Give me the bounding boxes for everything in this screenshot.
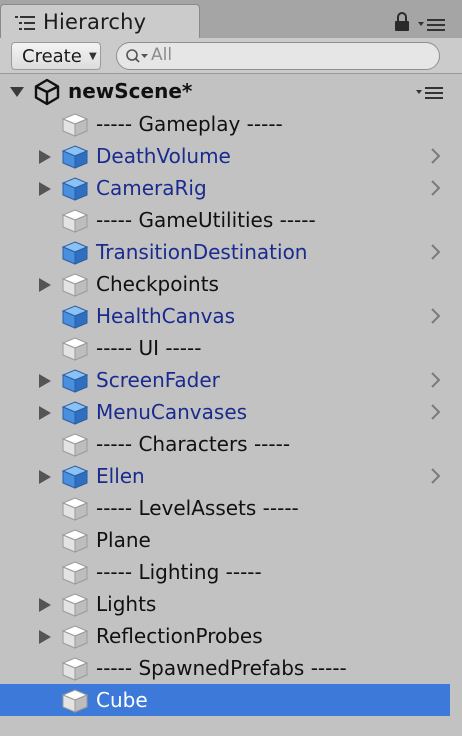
gameobject-cube-icon (61, 113, 89, 137)
gameobject-cube-icon (61, 689, 89, 713)
prefab-cube-icon (61, 305, 89, 329)
chevron-right-icon[interactable] (430, 372, 442, 388)
hierarchy-item[interactable]: Lights (0, 588, 450, 620)
collapsed-arrow-icon[interactable] (38, 150, 52, 164)
hierarchy-item-label: CameraRig (96, 176, 207, 200)
hierarchy-item-label: Cube (96, 688, 148, 712)
hierarchy-toolbar: Create ▼ (0, 38, 462, 74)
panel-menu-icon[interactable] (418, 18, 446, 32)
collapsed-arrow-icon[interactable] (38, 470, 52, 484)
gameobject-cube-icon (61, 593, 89, 617)
hierarchy-item[interactable]: Plane (0, 524, 450, 556)
hierarchy-item[interactable]: CameraRig (0, 172, 450, 204)
tab-title: Hierarchy (43, 10, 147, 34)
hierarchy-item[interactable]: ----- Characters ----- (0, 428, 450, 460)
chevron-right-icon[interactable] (430, 148, 442, 164)
hierarchy-item-label: MenuCanvases (96, 400, 248, 424)
tab-hierarchy[interactable]: Hierarchy (0, 4, 200, 38)
hierarchy-item[interactable]: Cube (0, 684, 450, 716)
gameobject-cube-icon (61, 337, 89, 361)
create-button[interactable]: Create ▼ (11, 42, 101, 70)
hierarchy-panel: Hierarchy Create ▼ All newScene* ----- G… (0, 0, 462, 736)
unity-logo-icon (34, 78, 60, 106)
hierarchy-item-label: Ellen (96, 464, 145, 488)
prefab-cube-icon (61, 465, 89, 489)
collapsed-arrow-icon[interactable] (38, 182, 52, 196)
hierarchy-item[interactable]: ----- GameUtilities ----- (0, 204, 450, 236)
gameobject-cube-icon (61, 625, 89, 649)
scene-menu-icon[interactable] (416, 86, 444, 100)
hierarchy-item-label: ----- Lighting ----- (96, 560, 262, 584)
hierarchy-list-icon (15, 16, 35, 30)
dropdown-arrow-icon: ▼ (89, 51, 97, 62)
hierarchy-item-label: ----- UI ----- (96, 336, 202, 360)
tab-strip: Hierarchy (0, 0, 462, 38)
scrollbar-track[interactable] (450, 74, 462, 736)
chevron-right-icon[interactable] (430, 244, 442, 260)
hierarchy-item-label: DeathVolume (96, 144, 231, 168)
lock-icon[interactable] (394, 12, 410, 32)
hierarchy-item[interactable]: ----- Gameplay ----- (0, 108, 450, 140)
gameobject-cube-icon (61, 273, 89, 297)
collapsed-arrow-icon[interactable] (38, 278, 52, 292)
create-button-label: Create (22, 46, 82, 67)
hierarchy-item-label: TransitionDestination (96, 240, 308, 264)
search-field[interactable] (116, 42, 440, 70)
hierarchy-item[interactable]: Checkpoints (0, 268, 450, 300)
gameobject-cube-icon (61, 529, 89, 553)
gameobject-cube-icon (61, 433, 89, 457)
hierarchy-item-label: ----- GameUtilities ----- (96, 208, 316, 232)
hierarchy-item[interactable]: ReflectionProbes (0, 620, 450, 652)
hierarchy-item[interactable]: HealthCanvas (0, 300, 450, 332)
chevron-right-icon[interactable] (430, 180, 442, 196)
hierarchy-item-label: Lights (96, 592, 157, 616)
hierarchy-item[interactable]: ----- LevelAssets ----- (0, 492, 450, 524)
search-icon (126, 49, 148, 63)
prefab-cube-icon (61, 369, 89, 393)
hierarchy-item[interactable]: DeathVolume (0, 140, 450, 172)
hierarchy-item-label: ----- LevelAssets ----- (96, 496, 299, 520)
scene-name: newScene* (68, 79, 193, 103)
search-input[interactable] (151, 45, 421, 65)
hierarchy-item-label: Plane (96, 528, 151, 552)
expanded-arrow-icon[interactable] (10, 86, 24, 98)
chevron-right-icon[interactable] (430, 404, 442, 420)
gameobject-cube-icon (61, 561, 89, 585)
hierarchy-item-label: ----- Characters ----- (96, 432, 291, 456)
collapsed-arrow-icon[interactable] (38, 406, 52, 420)
gameobject-cube-icon (61, 657, 89, 681)
hierarchy-item-label: ScreenFader (96, 368, 220, 392)
collapsed-arrow-icon[interactable] (38, 598, 52, 612)
prefab-cube-icon (61, 241, 89, 265)
hierarchy-item-label: ----- SpawnedPrefabs ----- (96, 656, 347, 680)
collapsed-arrow-icon[interactable] (38, 630, 52, 644)
prefab-cube-icon (61, 145, 89, 169)
gameobject-cube-icon (61, 497, 89, 521)
hierarchy-item-label: Checkpoints (96, 272, 219, 296)
hierarchy-item[interactable]: ----- SpawnedPrefabs ----- (0, 652, 450, 684)
hierarchy-item-label: HealthCanvas (96, 304, 236, 328)
prefab-cube-icon (61, 401, 89, 425)
chevron-right-icon[interactable] (430, 308, 442, 324)
hierarchy-item-label: ReflectionProbes (96, 624, 263, 648)
collapsed-arrow-icon[interactable] (38, 374, 52, 388)
hierarchy-item[interactable]: Ellen (0, 460, 450, 492)
scene-header[interactable]: newScene* (0, 74, 462, 108)
hierarchy-item[interactable]: ----- UI ----- (0, 332, 450, 364)
hierarchy-item[interactable]: MenuCanvases (0, 396, 450, 428)
hierarchy-item-label: ----- Gameplay ----- (96, 112, 283, 136)
hierarchy-item[interactable]: TransitionDestination (0, 236, 450, 268)
prefab-cube-icon (61, 177, 89, 201)
chevron-right-icon[interactable] (430, 468, 442, 484)
gameobject-cube-icon (61, 209, 89, 233)
hierarchy-item[interactable]: ScreenFader (0, 364, 450, 396)
hierarchy-item[interactable]: ----- Lighting ----- (0, 556, 450, 588)
